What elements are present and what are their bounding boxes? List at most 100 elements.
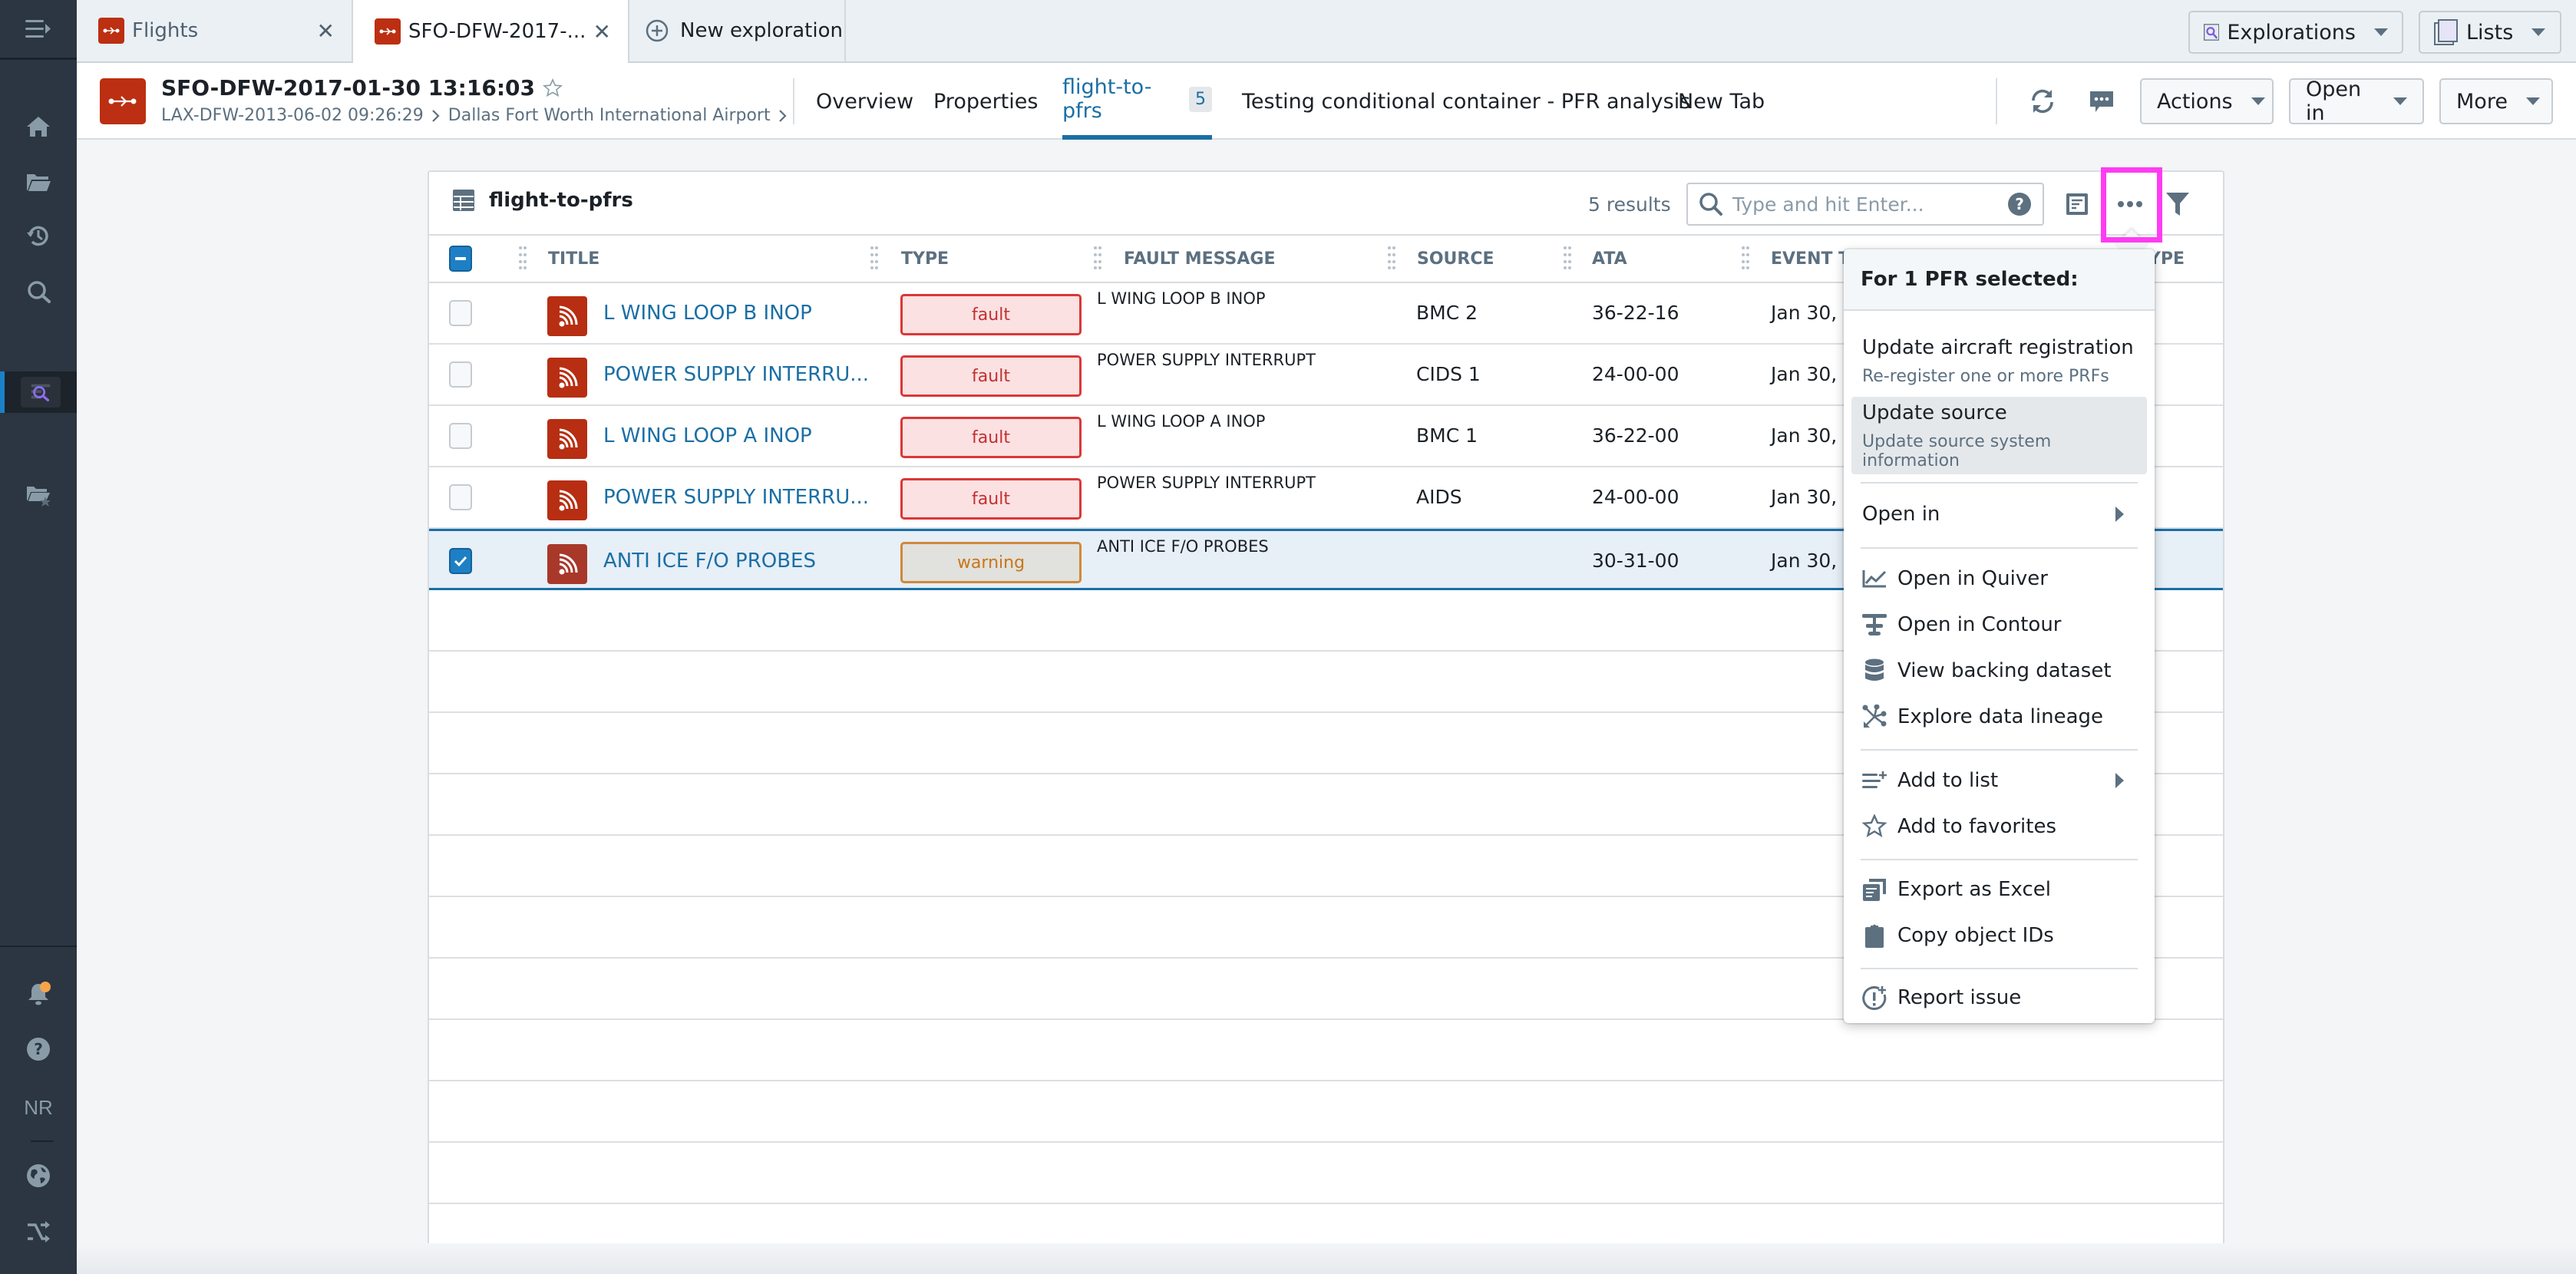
globe-icon (27, 1164, 50, 1187)
home-icon (27, 117, 50, 137)
explorations-dropdown[interactable]: Explorations (2188, 11, 2403, 54)
column-settings-button[interactable] (2060, 187, 2094, 221)
sidebar-item-recent[interactable] (0, 216, 77, 255)
tab-testing-conditional-container[interactable]: Testing conditional container - PFR anal… (1242, 63, 1690, 140)
lists-dropdown[interactable]: Lists (2419, 11, 2561, 54)
explorations-icon (2204, 24, 2220, 41)
menu-divider (1861, 482, 2138, 484)
more-dropdown[interactable]: More (2439, 78, 2553, 124)
sidebar-toggle[interactable] (0, 0, 77, 60)
sidebar-item-globe[interactable] (0, 1157, 77, 1195)
pfr-title-link[interactable]: POWER SUPPLY INTERRU... (603, 363, 869, 386)
menu-item-open-in-quiver[interactable]: Open in Quiver (1851, 556, 2147, 601)
pfr-title-link[interactable]: POWER SUPPLY INTERRU... (603, 486, 869, 509)
menu-item-explore-data-lineage[interactable]: Explore data lineage (1851, 695, 2147, 739)
pfr-title-link[interactable]: ANTI ICE F/O PROBES (603, 550, 816, 573)
table-search[interactable]: ? (1686, 183, 2044, 226)
chevron-right-icon (432, 109, 440, 122)
tab-flight-to-pfrs[interactable]: flight-to-pfrs 5 (1062, 63, 1212, 140)
refresh-button[interactable] (2027, 86, 2058, 117)
table-toolbar: flight-to-pfrs 5 results ? (429, 172, 2223, 236)
menu-item-update-source[interactable]: Update source Update source system infor… (1851, 397, 2147, 474)
user-avatar[interactable]: NR (0, 1088, 77, 1127)
menu-item-export-as-excel[interactable]: Export as Excel (1851, 867, 2147, 912)
row-checkbox[interactable] (449, 484, 472, 510)
menu-item-open-in-contour[interactable]: Open in Contour (1851, 602, 2147, 647)
ata-cell: 36-22-00 (1592, 424, 1679, 447)
column-drag-handle[interactable] (1388, 246, 1395, 271)
fault-message: POWER SUPPLY INTERRUPT (1097, 474, 1316, 492)
empty-row (429, 1081, 2223, 1143)
svg-text:?: ? (34, 1040, 43, 1058)
column-drag-handle[interactable] (1094, 246, 1101, 271)
sidebar-item-notifications[interactable] (0, 975, 77, 1013)
left-sidebar: ? NR (0, 0, 77, 1274)
flight-object-icon (375, 18, 401, 45)
star-icon[interactable] (543, 78, 563, 98)
more-options-button[interactable] (2113, 187, 2147, 221)
tab-sfo-dfw[interactable]: SFO-DFW-2017-... ✕ (353, 0, 629, 63)
column-header-title[interactable]: TITLE (548, 236, 599, 282)
menu-item-update-aircraft-registration[interactable]: Update aircraft registration Re-register… (1851, 325, 2147, 396)
breadcrumb: LAX-DFW-2013-06-02 09:26:29 Dallas Fort … (161, 106, 788, 125)
column-drag-handle[interactable] (519, 246, 527, 271)
sidebar-item-switch[interactable] (0, 1213, 77, 1251)
menu-item-view-backing-dataset[interactable]: View backing dataset (1851, 649, 2147, 693)
column-header-fault-message[interactable]: FAULT MESSAGE (1124, 236, 1276, 282)
breadcrumb-item[interactable]: Dallas Fort Worth International Airport (448, 106, 771, 125)
menu-divider (1861, 547, 2138, 549)
column-drag-handle[interactable] (1564, 246, 1571, 271)
column-drag-handle[interactable] (870, 246, 878, 271)
tab-properties[interactable]: Properties (933, 63, 1038, 140)
sidebar-item-search[interactable] (0, 272, 77, 311)
page-title: SFO-DFW-2017-01-30 13:16:03 (161, 75, 563, 101)
comments-button[interactable] (2086, 86, 2117, 117)
menu-item-add-to-list[interactable]: Add to list (1851, 758, 2147, 803)
report-issue-icon (1862, 986, 1887, 1010)
flight-object-icon (100, 78, 146, 124)
tab-new-exploration[interactable]: New exploration (629, 0, 846, 61)
row-checkbox[interactable] (449, 548, 472, 574)
row-checkbox[interactable] (449, 300, 472, 326)
menu-item-copy-object-ids[interactable]: Copy object IDs (1851, 913, 2147, 958)
close-icon[interactable]: ✕ (317, 18, 335, 44)
pfr-title-link[interactable]: L WING LOOP A INOP (603, 424, 812, 447)
chevron-down-icon (2251, 97, 2265, 105)
tab-flights[interactable]: Flights ✕ (77, 0, 353, 61)
source-cell: BMC 1 (1416, 424, 1478, 447)
sidebar-item-files[interactable] (0, 163, 77, 201)
row-checkbox[interactable] (449, 361, 472, 388)
sidebar-item-favorites[interactable] (0, 476, 77, 514)
sidebar-item-help[interactable]: ? (0, 1030, 77, 1068)
document-icon (2066, 193, 2088, 215)
search-input[interactable] (1732, 193, 2007, 216)
fault-message: POWER SUPPLY INTERRUPT (1097, 351, 1316, 369)
close-icon[interactable]: ✕ (593, 19, 611, 45)
menu-expand-icon (25, 19, 51, 38)
filter-icon (2166, 193, 2189, 216)
sidebar-item-explorations[interactable] (0, 371, 77, 413)
menu-item-add-to-favorites[interactable]: Add to favorites (1851, 804, 2147, 849)
menu-item-report-issue[interactable]: Report issue (1851, 975, 2147, 1020)
select-all-checkbox[interactable] (449, 246, 472, 272)
chevron-down-icon (2393, 97, 2407, 105)
tab-new-tab[interactable]: New Tab (1678, 63, 1765, 140)
pfr-title-link[interactable]: L WING LOOP B INOP (603, 302, 812, 325)
help-icon[interactable]: ? (2007, 192, 2032, 216)
row-checkbox[interactable] (449, 423, 472, 449)
column-header-source[interactable]: SOURCE (1417, 236, 1494, 282)
actions-dropdown[interactable]: Actions (2140, 78, 2274, 124)
tab-overview[interactable]: Overview (816, 63, 913, 140)
column-header-ata[interactable]: ATA (1592, 236, 1627, 282)
menu-item-open-in[interactable]: Open in (1851, 491, 2147, 537)
results-count: 5 results (1588, 193, 1671, 216)
column-drag-handle[interactable] (1742, 246, 1749, 271)
sidebar-item-home[interactable] (0, 107, 77, 146)
breadcrumb-item[interactable]: LAX-DFW-2013-06-02 09:26:29 (161, 106, 424, 125)
open-in-dropdown[interactable]: Open in (2289, 78, 2424, 125)
bell-icon (28, 982, 51, 1005)
column-header-type[interactable]: TYPE (901, 236, 949, 282)
source-cell: CIDS 1 (1416, 363, 1481, 385)
filter-button[interactable] (2161, 187, 2195, 221)
tab-label: New exploration (680, 19, 843, 42)
